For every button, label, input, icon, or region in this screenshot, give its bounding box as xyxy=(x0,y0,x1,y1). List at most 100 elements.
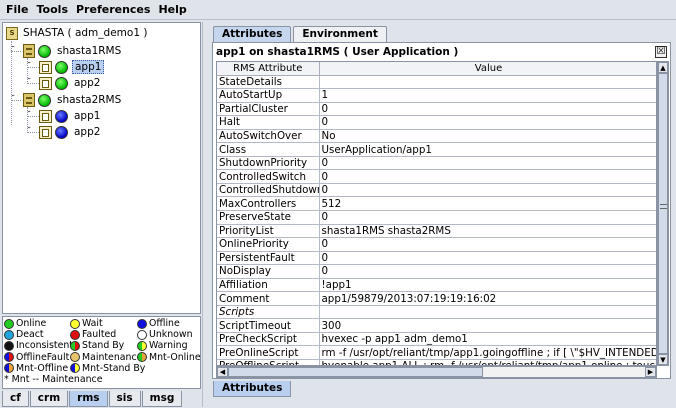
column-header-value[interactable]: Value xyxy=(319,62,656,76)
table-row[interactable]: PriorityList shasta1RMS shasta2RMS xyxy=(217,224,656,239)
attribute-value-cell: rm -f /usr/opt/reliant/tmp/app1.goingoff… xyxy=(319,345,656,360)
tab-attributes-bottom[interactable]: Attributes xyxy=(213,381,292,397)
tab-msg[interactable]: msg xyxy=(141,391,183,407)
attribute-value-cell: !app1 xyxy=(319,278,656,293)
attribute-value-cell xyxy=(319,75,656,90)
legend-item: Mnt-Stand By xyxy=(70,363,145,374)
cluster-tree[interactable]: S SHASTA ( adm_demo1 ) ˘ shasta1RMS ˘ ap… xyxy=(2,22,201,314)
app-label: app1 xyxy=(74,110,101,122)
attribute-name-cell: PreserveState xyxy=(217,210,320,225)
status-online-icon xyxy=(38,44,51,58)
scroll-down-icon[interactable]: ▼ xyxy=(658,354,668,365)
table-row[interactable]: ControlledShutdown 0 xyxy=(217,183,656,198)
menu-file[interactable]: File xyxy=(4,3,35,16)
panel-splitter[interactable] xyxy=(202,22,207,407)
tree-node-shasta2rms[interactable]: ˘ shasta2RMS xyxy=(6,92,123,108)
table-row[interactable]: AutoStartUp 1 xyxy=(217,88,656,103)
legend-item: Unknown xyxy=(137,329,199,340)
attribute-name-cell: Comment xyxy=(217,291,320,306)
table-row[interactable]: ShutdownPriority 0 xyxy=(217,156,656,171)
scroll-right-icon[interactable]: ▶ xyxy=(645,367,656,377)
attribute-value-cell: 0 xyxy=(319,169,656,184)
table-row[interactable]: PartialCluster 0 xyxy=(217,102,656,117)
attribute-name-cell: AutoStartUp xyxy=(217,88,320,103)
table-row[interactable]: Halt 0 xyxy=(217,115,656,130)
expand-key-icon[interactable]: ˘ xyxy=(6,94,20,106)
tab-environment[interactable]: Environment xyxy=(293,26,387,42)
status-dot-icon xyxy=(137,318,147,329)
table-row[interactable]: MaxControllers 512 xyxy=(217,196,656,211)
tree-app-shasta1rms-app2[interactable]: ˘ app2 xyxy=(22,75,102,91)
legend-label: Warning xyxy=(149,340,188,352)
vertical-scroll-thumb[interactable] xyxy=(658,73,668,354)
left-panel: S SHASTA ( adm_demo1 ) ˘ shasta1RMS ˘ ap… xyxy=(2,22,201,407)
table-row[interactable]: PreserveState 0 xyxy=(217,210,656,225)
tree-app-shasta1rms-app1[interactable]: ˘ app1 xyxy=(22,59,105,75)
application-icon xyxy=(39,76,52,90)
grip-icon xyxy=(660,204,667,209)
horizontal-scroll-thumb[interactable] xyxy=(228,367,483,377)
expand-key-icon[interactable]: ˘ xyxy=(22,61,36,73)
status-dot-icon xyxy=(137,340,147,351)
attribute-name-cell: MaxControllers xyxy=(217,196,320,211)
tree-cluster[interactable]: S SHASTA ( adm_demo1 ) xyxy=(6,25,149,41)
table-row[interactable]: PersistentFault 0 xyxy=(217,251,656,266)
table-row[interactable]: OnlinePriority 0 xyxy=(217,237,656,252)
legend-item: Online xyxy=(4,318,70,329)
legend-item: Inconsistent xyxy=(4,340,73,351)
tab-sis[interactable]: sis xyxy=(108,391,141,407)
legend-item: OfflineFault xyxy=(4,352,70,363)
menu-tools[interactable]: Tools xyxy=(35,3,74,16)
column-header-rms-attribute[interactable]: RMS Attribute xyxy=(217,62,320,76)
table-row[interactable]: ScriptTimeout 300 xyxy=(217,318,656,333)
expand-key-icon[interactable]: ˘ xyxy=(22,77,36,89)
tab-cf[interactable]: cf xyxy=(2,391,29,407)
attribute-name-cell: ControlledSwitch xyxy=(217,169,320,184)
legend-item: Stand By xyxy=(70,340,137,351)
legend-item: Mnt-Offline xyxy=(4,363,70,374)
tree-app-shasta2rms-app1[interactable]: ˘ app1 xyxy=(22,108,102,124)
table-row[interactable]: Class UserApplication/app1 xyxy=(217,142,656,157)
table-row[interactable]: ControlledSwitch 0 xyxy=(217,169,656,184)
table-row[interactable]: StateDetails xyxy=(217,75,656,90)
table-row[interactable]: PreOnlineScript rm -f /usr/opt/reliant/tm… xyxy=(217,345,656,360)
legend-item: Mnt-Online xyxy=(137,351,201,363)
menu-help[interactable]: Help xyxy=(156,3,192,16)
table-row[interactable]: NoDisplay 0 xyxy=(217,264,656,279)
attributes-table[interactable]: RMS Attribute Value StateDetails AutoStar… xyxy=(216,61,657,366)
node-label: shasta2RMS xyxy=(57,94,122,106)
status-dot-icon xyxy=(70,352,80,363)
menu-preferences[interactable]: Preferences xyxy=(74,3,156,16)
tab-attributes[interactable]: Attributes xyxy=(213,26,292,42)
legend-label: Mnt-Stand By xyxy=(82,362,146,374)
table-row[interactable]: AutoSwitchOver No xyxy=(217,129,656,144)
table-row[interactable]: Scripts xyxy=(217,305,656,320)
expand-key-icon[interactable]: ˘ xyxy=(22,126,36,138)
tree-app-shasta2rms-app2[interactable]: ˘ app2 xyxy=(22,124,102,140)
vertical-scrollbar[interactable]: ▲ ▼ xyxy=(657,61,669,366)
legend-label: Mnt-Online xyxy=(149,351,201,363)
table-row[interactable]: PreCheckScript hvexec -p app1 adm_demo1 xyxy=(217,332,656,347)
status-dot-icon xyxy=(4,352,14,363)
menu-bar: File Tools Preferences Help xyxy=(0,0,676,20)
status-offline-icon xyxy=(55,109,68,123)
table-row[interactable]: Comment app1/59879/2013:07:19:19:16:02 xyxy=(217,291,656,306)
horizontal-scrollbar[interactable]: ◀ ▶ xyxy=(216,366,657,378)
table-row[interactable]: Affiliation !app1 xyxy=(217,278,656,293)
legend-item: Faulted xyxy=(70,329,137,340)
scroll-up-icon[interactable]: ▲ xyxy=(658,62,668,73)
expand-key-icon[interactable]: ˘ xyxy=(6,45,20,57)
panel-title: app1 on shasta1RMS ( User Application ) xyxy=(216,45,459,58)
status-dot-icon xyxy=(70,363,80,374)
attribute-value-cell xyxy=(319,305,656,320)
tree-node-shasta1rms[interactable]: ˘ shasta1RMS xyxy=(6,43,123,59)
attribute-name-cell: ScriptTimeout xyxy=(217,318,320,333)
close-icon[interactable]: ☒ xyxy=(655,45,667,58)
tab-rms[interactable]: rms xyxy=(69,391,108,407)
scroll-left-icon[interactable]: ◀ xyxy=(217,367,228,377)
cluster-label: SHASTA ( adm_demo1 ) xyxy=(23,27,148,39)
expand-key-icon[interactable]: ˘ xyxy=(22,110,36,122)
legend-label: Offline xyxy=(149,318,180,330)
attribute-name-cell: OnlinePriority xyxy=(217,237,320,252)
tab-crm[interactable]: crm xyxy=(29,391,69,407)
